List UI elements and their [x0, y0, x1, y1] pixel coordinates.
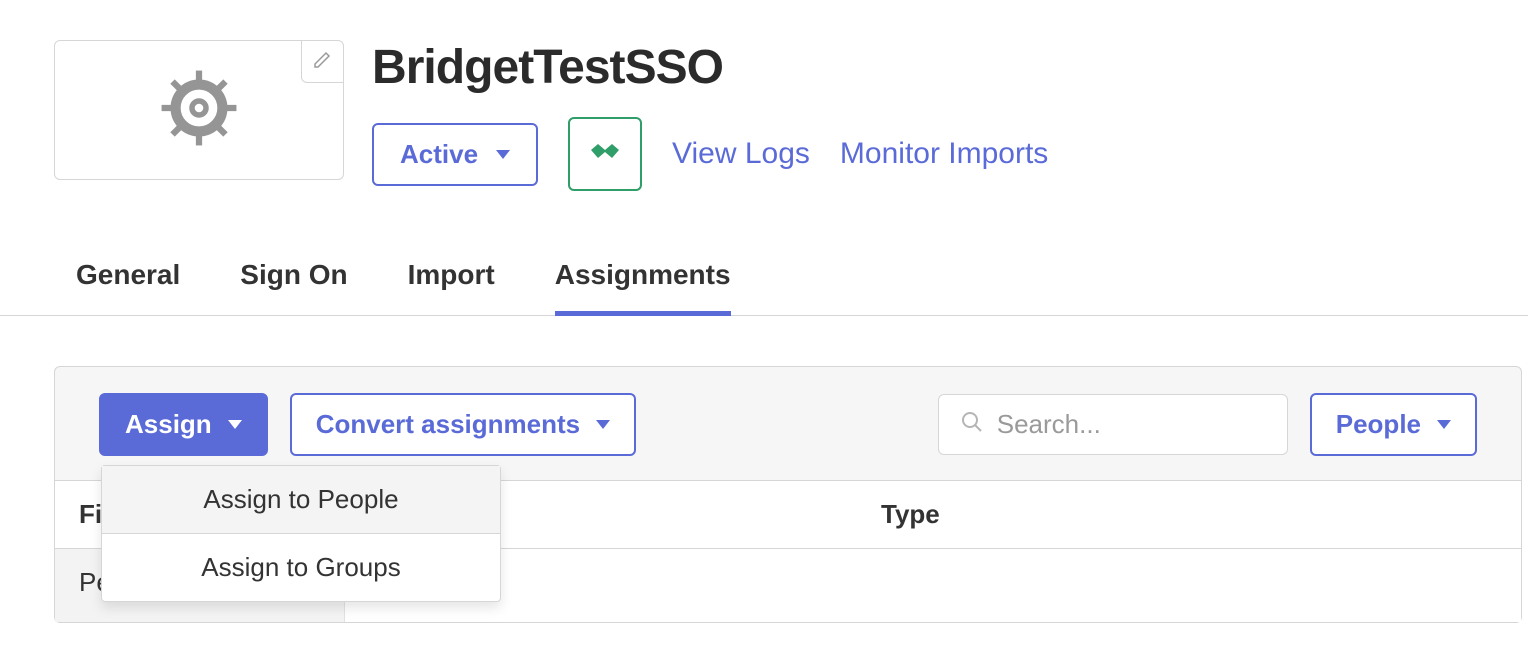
convert-label: Convert assignments: [316, 409, 580, 440]
app-logo-box: [54, 40, 344, 180]
tab-assignments[interactable]: Assignments: [555, 259, 731, 316]
assign-dropdown-menu: Assign to People Assign to Groups: [101, 465, 501, 602]
assign-dropdown-button[interactable]: Assign Assign to People Assign to Groups: [99, 393, 268, 456]
search-input[interactable]: [997, 409, 1265, 440]
pencil-icon: [313, 49, 333, 74]
convert-assignments-button[interactable]: Convert assignments: [290, 393, 636, 456]
handshake-button[interactable]: [568, 117, 642, 191]
assign-label: Assign: [125, 409, 212, 440]
search-icon: [961, 411, 983, 438]
gear-icon: [160, 69, 238, 152]
chevron-down-icon: [228, 420, 242, 429]
chevron-down-icon: [1437, 420, 1451, 429]
tabs-bar: General Sign On Import Assignments: [0, 191, 1528, 316]
status-dropdown[interactable]: Active: [372, 123, 538, 186]
tab-general[interactable]: General: [76, 259, 180, 316]
search-box: [938, 394, 1288, 455]
monitor-imports-link[interactable]: Monitor Imports: [840, 137, 1048, 171]
status-label: Active: [400, 139, 478, 170]
handshake-icon: [588, 140, 622, 169]
chevron-down-icon: [496, 150, 510, 159]
view-logs-link[interactable]: View Logs: [672, 137, 810, 171]
assign-to-groups-item[interactable]: Assign to Groups: [102, 534, 500, 601]
people-filter-label: People: [1336, 409, 1421, 440]
tab-import[interactable]: Import: [408, 259, 495, 316]
chevron-down-icon: [596, 420, 610, 429]
assign-to-people-item[interactable]: Assign to People: [102, 466, 500, 534]
tab-sign-on[interactable]: Sign On: [240, 259, 347, 316]
edit-logo-button[interactable]: [301, 41, 343, 83]
page-title: BridgetTestSSO: [372, 40, 1528, 95]
assignments-panel: Assign Assign to People Assign to Groups…: [54, 366, 1522, 623]
people-filter-dropdown[interactable]: People: [1310, 393, 1477, 456]
column-type-header: Type: [881, 481, 1521, 548]
